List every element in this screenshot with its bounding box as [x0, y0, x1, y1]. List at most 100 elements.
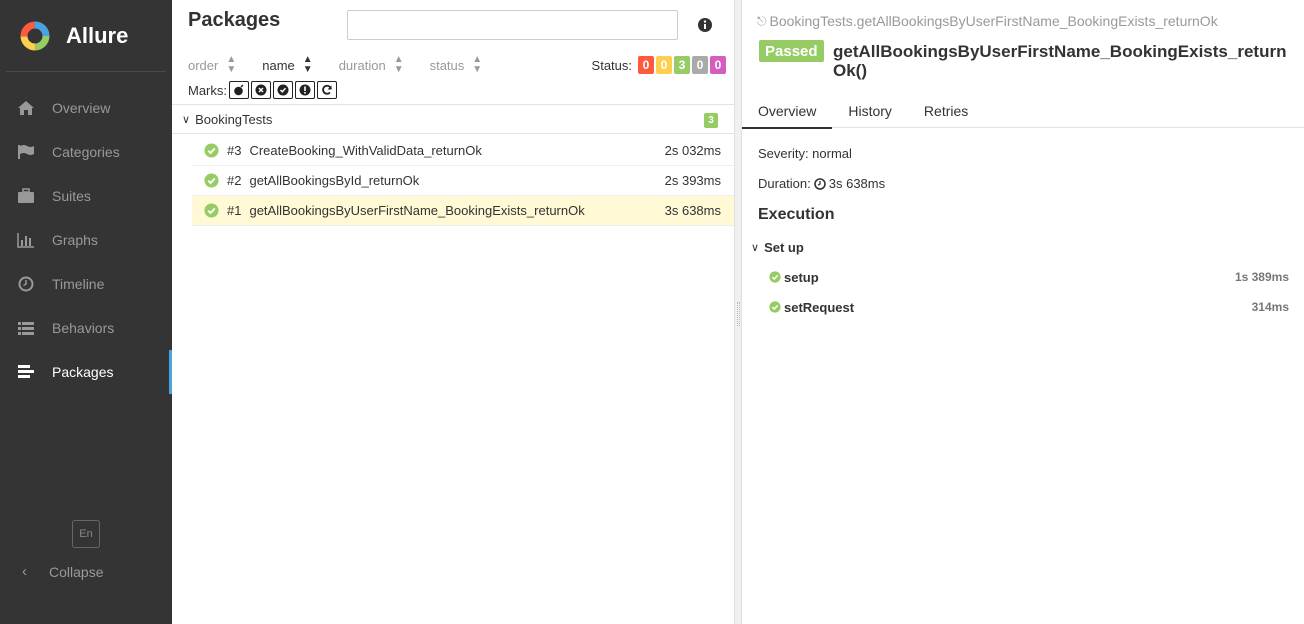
sort-label: status — [429, 57, 465, 73]
app-name: Allure — [66, 22, 129, 48]
sort-icon: ▲ ▼ — [472, 54, 483, 75]
sidebar-item-label: Timeline — [52, 276, 105, 292]
chevron-down-icon: ∨ — [182, 114, 191, 126]
test-number: #2 — [227, 173, 242, 188]
close-circle-mark-icon[interactable] — [251, 81, 271, 99]
tab-overview[interactable]: Overview — [742, 94, 833, 129]
duration-line: Duration: 3s 638ms — [758, 176, 885, 191]
test-title: getAllBookingsByUserFirstName_BookingExi… — [833, 42, 1287, 80]
splitter-grip-icon — [737, 302, 740, 326]
sort-label: name — [262, 57, 295, 73]
tab-retries[interactable]: Retries — [908, 94, 984, 128]
sort-bar: order ▲ ▼ name ▲ ▼ duration ▲ ▼ status ▲ ▼ S… — [188, 55, 726, 75]
sidebar: Allure Overview Categories Suites Graphs — [0, 0, 172, 624]
sort-label: duration — [338, 57, 386, 73]
test-duration: 3s 638ms — [664, 203, 721, 218]
exclamation-circle-mark-icon[interactable] — [295, 81, 315, 99]
sort-order[interactable]: order ▲ ▼ — [188, 55, 236, 75]
sidebar-item-label: Behaviors — [52, 320, 115, 336]
sort-status[interactable]: status ▲ ▼ — [430, 55, 483, 75]
tab-history[interactable]: History — [832, 94, 908, 128]
collapse-label: Collapse — [49, 563, 104, 580]
packages-pane: Packages order ▲ ▼ name ▲ ▼ duration ▲ ▼ st… — [172, 0, 734, 624]
package-group-count-badge: 3 — [704, 113, 718, 128]
status-skipped-badge[interactable]: 0 — [692, 56, 708, 74]
sidebar-item-label: Categories — [52, 144, 120, 160]
sidebar-nav: Overview Categories Suites Graphs Timeli… — [0, 86, 172, 394]
allure-logo-icon — [20, 21, 50, 51]
test-number: #1 — [227, 203, 242, 218]
test-name: getAllBookingsByUserFirstName_BookingExi… — [249, 203, 585, 218]
step-row[interactable]: setRequest 314ms — [769, 297, 1289, 317]
status-broken-badge[interactable]: 0 — [656, 56, 672, 74]
chevron-down-icon: ∨ — [751, 242, 760, 254]
sidebar-item-behaviors[interactable]: Behaviors — [0, 306, 172, 350]
status-failed-badge[interactable]: 0 — [638, 56, 654, 74]
passed-check-icon — [204, 203, 219, 218]
severity-line: Severity: normal — [758, 146, 852, 161]
step-row[interactable]: setup 1s 389ms — [769, 267, 1289, 287]
copy-icon[interactable]: ⎋ — [757, 14, 767, 29]
collapse-button[interactable]: ‹ Collapse — [22, 563, 103, 580]
bomb-mark-icon[interactable] — [229, 81, 249, 99]
page-title: Packages — [188, 9, 281, 31]
clock-icon — [813, 177, 826, 190]
package-group-row[interactable]: ∨ BookingTests 3 — [172, 106, 734, 134]
sidebar-item-overview[interactable]: Overview — [0, 86, 172, 130]
language-switch[interactable]: En — [72, 520, 100, 548]
test-duration: 2s 032ms — [664, 143, 721, 158]
marks-label: Marks: — [188, 82, 227, 98]
table-row[interactable]: #2 getAllBookingsById_returnOk 2s 393ms — [192, 166, 734, 196]
sidebar-item-packages[interactable]: Packages — [0, 350, 172, 394]
status-badge: Passed — [759, 40, 824, 62]
clock-icon — [16, 275, 36, 293]
test-detail-pane: ⎋ BookingTests.getAllBookingsByUserFirst… — [742, 0, 1304, 624]
sidebar-item-graphs[interactable]: Graphs — [0, 218, 172, 262]
passed-check-icon — [769, 271, 781, 283]
test-name: CreateBooking_WithValidData_returnOk — [249, 143, 482, 158]
passed-check-icon — [769, 301, 781, 313]
duration-value: 3s 638ms — [828, 176, 886, 191]
step-duration: 314ms — [1251, 300, 1289, 314]
align-left-icon — [16, 363, 36, 381]
brand[interactable]: Allure — [6, 0, 166, 72]
info-icon[interactable] — [697, 17, 713, 33]
status-passed-badge[interactable]: 3 — [674, 56, 690, 74]
step-duration: 1s 389ms — [1234, 270, 1289, 284]
list-icon — [16, 319, 36, 337]
sort-name[interactable]: name ▲ ▼ — [262, 55, 312, 75]
duration-label: Duration: — [758, 176, 811, 191]
retry-mark-icon[interactable] — [317, 81, 337, 99]
status-filter: Status: 0 0 3 0 0 — [592, 56, 726, 74]
sort-icon: ▲ ▼ — [393, 54, 404, 75]
sidebar-item-label: Graphs — [52, 232, 98, 248]
sidebar-item-timeline[interactable]: Timeline — [0, 262, 172, 306]
sort-duration[interactable]: duration ▲ ▼ — [339, 55, 404, 75]
detail-tabs: Overview History Retries — [742, 94, 1304, 129]
status-unknown-badge[interactable]: 0 — [710, 56, 726, 74]
marks-filter: Marks: — [188, 81, 337, 99]
table-row[interactable]: #3 CreateBooking_WithValidData_returnOk … — [192, 136, 734, 166]
passed-check-icon — [204, 143, 219, 158]
divider — [172, 104, 734, 105]
setup-section-toggle[interactable]: ∨ Set up — [751, 240, 804, 255]
test-duration: 2s 393ms — [664, 173, 721, 188]
check-circle-mark-icon[interactable] — [273, 81, 293, 99]
sidebar-item-label: Overview — [52, 100, 111, 116]
sort-label: order — [188, 57, 219, 73]
search-input[interactable] — [347, 10, 678, 40]
home-icon — [16, 99, 36, 117]
pane-splitter[interactable] — [734, 0, 742, 624]
sidebar-item-suites[interactable]: Suites — [0, 174, 172, 218]
sidebar-item-categories[interactable]: Categories — [0, 130, 172, 174]
step-name: setup — [784, 269, 819, 285]
sidebar-item-label: Packages — [52, 364, 114, 380]
execution-title: Execution — [758, 206, 835, 223]
test-full-name: BookingTests.getAllBookingsByUserFirstNa… — [769, 13, 1218, 29]
briefcase-icon — [16, 187, 36, 205]
test-number: #3 — [227, 143, 242, 158]
table-row-selected[interactable]: #1 getAllBookingsByUserFirstName_Booking… — [192, 196, 734, 226]
sort-icon: ▲ ▼ — [226, 54, 237, 75]
status-label: Status: — [591, 57, 632, 73]
step-name: setRequest — [784, 299, 855, 315]
